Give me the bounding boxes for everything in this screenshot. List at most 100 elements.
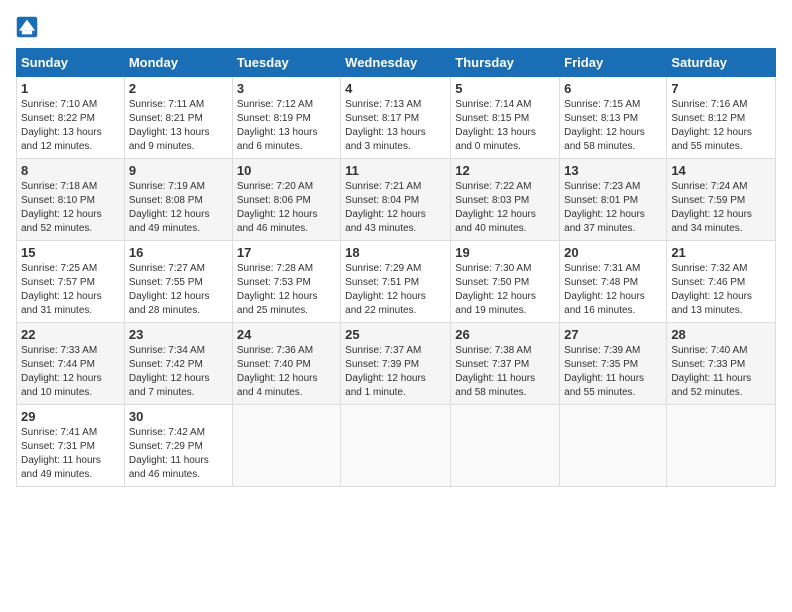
calendar-cell	[667, 405, 776, 487]
header-thursday: Thursday	[451, 49, 560, 77]
day-number: 20	[564, 245, 662, 260]
header-saturday: Saturday	[667, 49, 776, 77]
day-info: Sunrise: 7:41 AM Sunset: 7:31 PM Dayligh…	[21, 426, 120, 482]
calendar-cell	[560, 405, 667, 487]
calendar-cell: 22Sunrise: 7:33 AM Sunset: 7:44 PM Dayli…	[17, 323, 125, 405]
day-number: 8	[21, 163, 120, 178]
calendar-cell: 26 Sunrise: 7:38 AM Sunset: 7:37 PM Dayli…	[451, 323, 560, 405]
calendar-cell: 20Sunrise: 7:31 AM Sunset: 7:48 PM Dayli…	[560, 241, 667, 323]
calendar-cell: 14 Sunrise: 7:24 AM Sunset: 7:59 PM Dayli…	[667, 159, 776, 241]
day-number: 10	[237, 163, 336, 178]
day-number: 2	[129, 81, 228, 96]
calendar-cell: 19 Sunrise: 7:30 AM Sunset: 7:50 PM Dayli…	[451, 241, 560, 323]
header-monday: Monday	[124, 49, 232, 77]
calendar-cell: 11 Sunrise: 7:21 AM Sunset: 8:04 PM Dayli…	[341, 159, 451, 241]
calendar-cell	[232, 405, 340, 487]
day-number: 29	[21, 409, 120, 424]
week-row-2: 8 Sunrise: 7:18 AM Sunset: 8:10 PM Daylig…	[17, 159, 776, 241]
calendar-cell: 28Sunrise: 7:40 AM Sunset: 7:33 PM Dayli…	[667, 323, 776, 405]
calendar-cell: 17Sunrise: 7:28 AM Sunset: 7:53 PM Dayli…	[232, 241, 340, 323]
day-info: Sunrise: 7:23 AM Sunset: 8:01 PM Dayligh…	[564, 180, 662, 236]
header-wednesday: Wednesday	[341, 49, 451, 77]
day-number: 17	[237, 245, 336, 260]
header-tuesday: Tuesday	[232, 49, 340, 77]
day-number: 11	[345, 163, 446, 178]
calendar-cell: 6 Sunrise: 7:15 AM Sunset: 8:13 PM Daylig…	[560, 77, 667, 159]
day-info: Sunrise: 7:19 AM Sunset: 8:08 PM Dayligh…	[129, 180, 228, 236]
week-row-5: 29 Sunrise: 7:41 AM Sunset: 7:31 PM Dayli…	[17, 405, 776, 487]
day-info: Sunrise: 7:30 AM Sunset: 7:50 PM Dayligh…	[455, 262, 555, 318]
calendar-cell: 21 Sunrise: 7:32 AM Sunset: 7:46 PM Dayli…	[667, 241, 776, 323]
day-info: Sunrise: 7:32 AM Sunset: 7:46 PM Dayligh…	[671, 262, 771, 318]
calendar-cell: 12 Sunrise: 7:22 AM Sunset: 8:03 PM Dayli…	[451, 159, 560, 241]
week-row-4: 22Sunrise: 7:33 AM Sunset: 7:44 PM Dayli…	[17, 323, 776, 405]
calendar-cell: 23Sunrise: 7:34 AM Sunset: 7:42 PM Dayli…	[124, 323, 232, 405]
day-number: 18	[345, 245, 446, 260]
logo-icon	[16, 16, 38, 38]
day-number: 21	[671, 245, 771, 260]
day-info: Sunrise: 7:34 AM Sunset: 7:42 PM Dayligh…	[129, 344, 228, 400]
day-info: Sunrise: 7:15 AM Sunset: 8:13 PM Dayligh…	[564, 98, 662, 154]
header-sunday: Sunday	[17, 49, 125, 77]
calendar-cell: 16 Sunrise: 7:27 AM Sunset: 7:55 PM Dayli…	[124, 241, 232, 323]
day-info: Sunrise: 7:42 AM Sunset: 7:29 PM Dayligh…	[129, 426, 228, 482]
day-info: Sunrise: 7:11 AM Sunset: 8:21 PM Dayligh…	[129, 98, 228, 154]
day-info: Sunrise: 7:22 AM Sunset: 8:03 PM Dayligh…	[455, 180, 555, 236]
calendar-cell: 29 Sunrise: 7:41 AM Sunset: 7:31 PM Dayli…	[17, 405, 125, 487]
calendar-cell	[451, 405, 560, 487]
day-number: 15	[21, 245, 120, 260]
calendar-cell: 8 Sunrise: 7:18 AM Sunset: 8:10 PM Daylig…	[17, 159, 125, 241]
day-info: Sunrise: 7:20 AM Sunset: 8:06 PM Dayligh…	[237, 180, 336, 236]
week-row-3: 15Sunrise: 7:25 AM Sunset: 7:57 PM Dayli…	[17, 241, 776, 323]
week-row-1: 1Sunrise: 7:10 AM Sunset: 8:22 PM Daylig…	[17, 77, 776, 159]
day-number: 30	[129, 409, 228, 424]
day-number: 12	[455, 163, 555, 178]
calendar-cell: 10 Sunrise: 7:20 AM Sunset: 8:06 PM Dayli…	[232, 159, 340, 241]
day-info: Sunrise: 7:16 AM Sunset: 8:12 PM Dayligh…	[671, 98, 771, 154]
day-info: Sunrise: 7:38 AM Sunset: 7:37 PM Dayligh…	[455, 344, 555, 400]
day-info: Sunrise: 7:12 AM Sunset: 8:19 PM Dayligh…	[237, 98, 336, 154]
calendar-cell: 30 Sunrise: 7:42 AM Sunset: 7:29 PM Dayli…	[124, 405, 232, 487]
calendar-cell	[341, 405, 451, 487]
calendar-table: SundayMondayTuesdayWednesdayThursdayFrid…	[16, 48, 776, 487]
day-number: 13	[564, 163, 662, 178]
day-number: 1	[21, 81, 120, 96]
day-number: 14	[671, 163, 771, 178]
day-number: 4	[345, 81, 446, 96]
day-info: Sunrise: 7:13 AM Sunset: 8:17 PM Dayligh…	[345, 98, 446, 154]
day-info: Sunrise: 7:21 AM Sunset: 8:04 PM Dayligh…	[345, 180, 446, 236]
day-number: 5	[455, 81, 555, 96]
calendar-cell: 27 Sunrise: 7:39 AM Sunset: 7:35 PM Dayli…	[560, 323, 667, 405]
day-number: 25	[345, 327, 446, 342]
header-friday: Friday	[560, 49, 667, 77]
calendar-cell: 3 Sunrise: 7:12 AM Sunset: 8:19 PM Daylig…	[232, 77, 340, 159]
day-number: 19	[455, 245, 555, 260]
day-info: Sunrise: 7:14 AM Sunset: 8:15 PM Dayligh…	[455, 98, 555, 154]
day-number: 22	[21, 327, 120, 342]
day-number: 28	[671, 327, 771, 342]
calendar-cell: 2 Sunrise: 7:11 AM Sunset: 8:21 PM Daylig…	[124, 77, 232, 159]
day-number: 3	[237, 81, 336, 96]
day-info: Sunrise: 7:36 AM Sunset: 7:40 PM Dayligh…	[237, 344, 336, 400]
calendar-cell: 13 Sunrise: 7:23 AM Sunset: 8:01 PM Dayli…	[560, 159, 667, 241]
day-number: 16	[129, 245, 228, 260]
day-number: 24	[237, 327, 336, 342]
day-info: Sunrise: 7:18 AM Sunset: 8:10 PM Dayligh…	[21, 180, 120, 236]
day-info: Sunrise: 7:24 AM Sunset: 7:59 PM Dayligh…	[671, 180, 771, 236]
logo	[16, 16, 42, 38]
day-number: 6	[564, 81, 662, 96]
day-info: Sunrise: 7:39 AM Sunset: 7:35 PM Dayligh…	[564, 344, 662, 400]
day-number: 26	[455, 327, 555, 342]
calendar-cell: 9Sunrise: 7:19 AM Sunset: 8:08 PM Daylig…	[124, 159, 232, 241]
calendar-cell: 1Sunrise: 7:10 AM Sunset: 8:22 PM Daylig…	[17, 77, 125, 159]
calendar-cell: 7 Sunrise: 7:16 AM Sunset: 8:12 PM Daylig…	[667, 77, 776, 159]
day-number: 7	[671, 81, 771, 96]
day-info: Sunrise: 7:27 AM Sunset: 7:55 PM Dayligh…	[129, 262, 228, 318]
calendar-cell: 25Sunrise: 7:37 AM Sunset: 7:39 PM Dayli…	[341, 323, 451, 405]
calendar-cell: 18Sunrise: 7:29 AM Sunset: 7:51 PM Dayli…	[341, 241, 451, 323]
header-row: SundayMondayTuesdayWednesdayThursdayFrid…	[17, 49, 776, 77]
calendar-cell: 24 Sunrise: 7:36 AM Sunset: 7:40 PM Dayli…	[232, 323, 340, 405]
calendar-cell: 15Sunrise: 7:25 AM Sunset: 7:57 PM Dayli…	[17, 241, 125, 323]
calendar-cell: 4 Sunrise: 7:13 AM Sunset: 8:17 PM Daylig…	[341, 77, 451, 159]
day-number: 27	[564, 327, 662, 342]
